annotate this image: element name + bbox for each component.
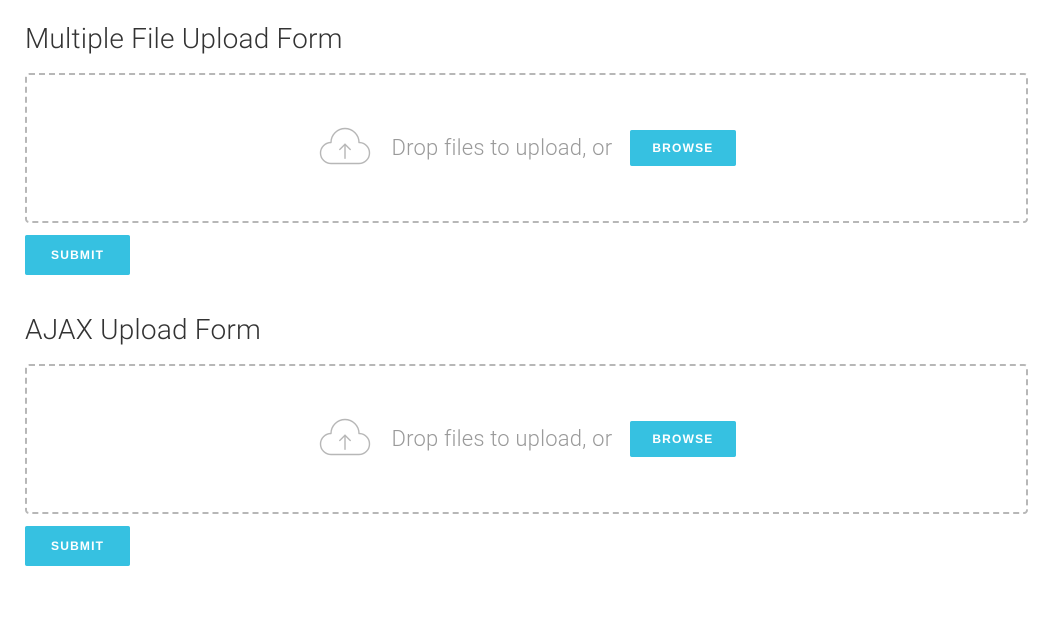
browse-button[interactable]: BROWSE xyxy=(630,130,735,166)
submit-button[interactable]: SUBMIT xyxy=(25,235,130,275)
browse-button[interactable]: BROWSE xyxy=(630,421,735,457)
dropzone[interactable]: Drop files to upload, or BROWSE xyxy=(25,73,1028,223)
submit-button[interactable]: SUBMIT xyxy=(25,526,130,566)
form-title: Multiple File Upload Form xyxy=(25,22,1028,55)
drop-text: Drop files to upload, or xyxy=(391,427,612,452)
cloud-upload-icon xyxy=(317,123,373,173)
drop-text: Drop files to upload, or xyxy=(391,136,612,161)
form-title: AJAX Upload Form xyxy=(25,313,1028,346)
ajax-upload-form: AJAX Upload Form Drop files to upload, o… xyxy=(25,313,1028,566)
cloud-upload-icon xyxy=(317,414,373,464)
multiple-file-upload-form: Multiple File Upload Form Drop files to … xyxy=(25,22,1028,275)
dropzone[interactable]: Drop files to upload, or BROWSE xyxy=(25,364,1028,514)
